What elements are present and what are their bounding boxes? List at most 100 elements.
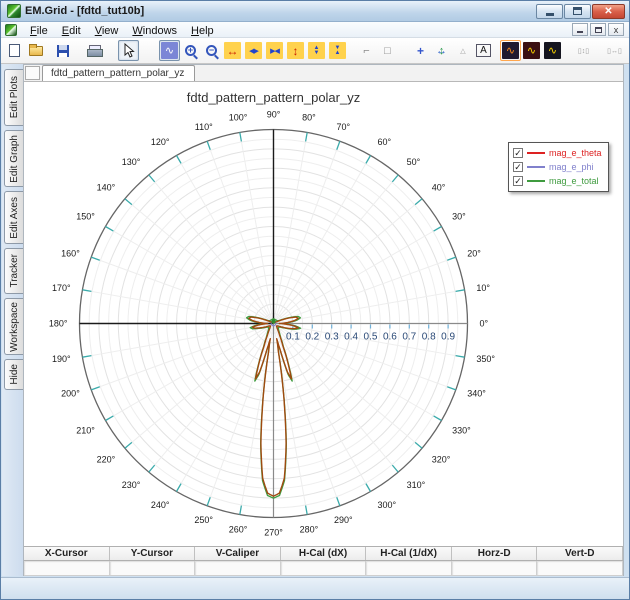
fit-vertical-button[interactable]: ↕ <box>285 40 306 61</box>
plot-style-red-button[interactable]: ∿ <box>521 40 542 61</box>
zoom-out-button[interactable]: − <box>201 40 222 61</box>
pan-zoom-button[interactable]: ∿ <box>159 40 180 61</box>
legend-item-mag_e_phi: ✓ mag_e_phi <box>513 160 602 174</box>
plot-style-orange-button[interactable]: ∿ <box>500 40 521 61</box>
menu-edit[interactable]: Edit <box>55 24 88 38</box>
plot-area[interactable]: fdtd_pattern_pattern_polar_yz 0.1 0.2 0.3 0… <box>24 82 623 546</box>
corner-marker-button[interactable]: ⌐ <box>356 40 377 61</box>
compress-horizontal-icon: ▶◀ <box>266 42 283 59</box>
align-vertical-button[interactable]: ▯↕▯ <box>573 40 594 61</box>
menu-view[interactable]: View <box>88 24 126 38</box>
box-marker-button[interactable]: □ <box>377 40 398 61</box>
fit-horizontal-icon: ↔ <box>224 42 241 59</box>
sidebar-tab-workspace[interactable]: Workspace <box>4 298 23 355</box>
sidebar-tab-label: Hide <box>8 364 20 385</box>
pointer-tool-button[interactable] <box>118 40 139 61</box>
align-horizontal-button[interactable]: ▯↔▯ <box>604 40 625 61</box>
compress-horizontal-button[interactable]: ▶◀ <box>264 40 285 61</box>
svg-text:0.4: 0.4 <box>344 332 358 343</box>
plot-style-dark-button[interactable]: ∿ <box>542 40 563 61</box>
expand-vertical-button[interactable]: ▲ ▼ <box>306 40 327 61</box>
new-file-button[interactable] <box>4 40 25 61</box>
cross-marker-button[interactable]: + <box>410 40 431 61</box>
legend-checkbox-mag_e_theta[interactable]: ✓ <box>513 148 523 158</box>
tab-corner-box[interactable] <box>25 66 40 80</box>
svg-text:0°: 0° <box>480 319 489 329</box>
menu-file[interactable]: File <box>23 24 55 38</box>
sidebar-tab-edit-plots[interactable]: Edit Plots <box>4 69 23 126</box>
svg-text:0.7: 0.7 <box>402 332 416 343</box>
legend-checkbox-mag_e_phi[interactable]: ✓ <box>513 162 523 172</box>
fit-vertical-icon: ↕ <box>287 42 304 59</box>
axes-marker-button[interactable]: ↔ ↕ <box>431 40 452 61</box>
title-bar[interactable]: EM.Grid - [fdtd_tut10b] ✕ <box>1 1 629 22</box>
print-button[interactable] <box>83 40 104 61</box>
svg-text:330°: 330° <box>452 426 471 436</box>
mdi-minimize-button[interactable] <box>572 23 588 36</box>
floppy-icon <box>56 44 69 57</box>
mdi-restore-button[interactable] <box>590 23 606 36</box>
svg-text:190°: 190° <box>52 354 71 364</box>
readout-value-cell <box>537 561 624 576</box>
svg-text:0.3: 0.3 <box>325 332 339 343</box>
text-tool-button[interactable]: A <box>473 40 494 61</box>
svg-text:150°: 150° <box>76 212 95 222</box>
menu-help[interactable]: Help <box>184 24 221 38</box>
cursor-readout-table: X-Cursor Y-Cursor V-Caliper H-Cal (dX) H-Cal… <box>24 546 624 576</box>
svg-text:130°: 130° <box>122 157 141 167</box>
svg-text:0.5: 0.5 <box>364 332 378 343</box>
close-button[interactable]: ✕ <box>592 3 625 19</box>
svg-text:0.8: 0.8 <box>422 332 436 343</box>
legend-line-sample <box>527 166 545 168</box>
expand-horizontal-icon: ◀▶ <box>245 42 262 59</box>
align-vertical-icon: ▯↕▯ <box>577 47 590 55</box>
svg-text:300°: 300° <box>378 500 397 510</box>
plot-style-orange-icon: ∿ <box>502 42 519 59</box>
svg-text:120°: 120° <box>151 137 170 147</box>
fit-horizontal-button[interactable]: ↔ <box>222 40 243 61</box>
svg-text:170°: 170° <box>52 283 71 293</box>
mdi-close-button[interactable]: x <box>608 23 624 36</box>
svg-text:70°: 70° <box>336 122 350 132</box>
readout-header-h-cal-dx-: H-Cal (dX) <box>281 547 367 560</box>
compress-vertical-icon: ▼ ▲ <box>329 42 346 59</box>
sidebar-tab-label: Tracker <box>8 254 20 288</box>
open-file-button[interactable] <box>25 40 46 61</box>
legend-checkbox-mag_e_total[interactable]: ✓ <box>513 176 523 186</box>
chart-title: fdtd_pattern_pattern_polar_yz <box>186 90 361 105</box>
readout-header-h-cal-1-dx-: H-Cal (1/dX) <box>366 547 452 560</box>
expand-horizontal-button[interactable]: ◀▶ <box>243 40 264 61</box>
triangle-marker-button[interactable]: △ <box>452 40 473 61</box>
sidebar-tab-tracker[interactable]: Tracker <box>4 248 23 294</box>
legend-line-sample <box>527 152 545 154</box>
app-window: EM.Grid - [fdtd_tut10b] ✕ File Edit View Wi… <box>0 0 630 600</box>
plot-style-red-icon: ∿ <box>523 42 540 59</box>
svg-text:110°: 110° <box>195 122 213 132</box>
maximize-button[interactable] <box>564 3 591 19</box>
menu-windows[interactable]: Windows <box>125 24 184 38</box>
close-icon: ✕ <box>604 5 613 17</box>
sidebar-tab-strip: Edit Plots Edit Graph Edit Axes Tracker Work… <box>2 64 23 576</box>
legend-line-sample <box>527 180 545 182</box>
sidebar-tab-edit-graph[interactable]: Edit Graph <box>4 130 23 187</box>
pan-zoom-icon: ∿ <box>161 42 178 59</box>
legend-label: mag_e_total <box>549 176 599 186</box>
svg-text:100°: 100° <box>229 113 248 123</box>
sidebar-tab-edit-axes[interactable]: Edit Axes <box>4 191 23 244</box>
readout-value-cell <box>451 561 538 576</box>
menu-bar: File Edit View Windows Help x <box>1 22 629 38</box>
minimize-button[interactable] <box>536 3 563 19</box>
zoom-in-button[interactable]: + <box>180 40 201 61</box>
document-tab-active[interactable]: fdtd_pattern_pattern_polar_yz <box>42 65 196 81</box>
legend-item-mag_e_total: ✓ mag_e_total <box>513 174 602 188</box>
zoom-in-icon: + <box>185 45 196 56</box>
svg-text:90°: 90° <box>267 110 281 120</box>
document-logo-icon <box>5 23 17 36</box>
compress-vertical-button[interactable]: ▼ ▲ <box>327 40 348 61</box>
save-file-button[interactable] <box>52 40 73 61</box>
svg-text:50°: 50° <box>407 157 421 167</box>
svg-text:10°: 10° <box>476 283 490 293</box>
box-marker-icon: □ <box>384 44 391 57</box>
svg-text:60°: 60° <box>378 137 392 147</box>
sidebar-tab-hide[interactable]: Hide <box>4 359 23 390</box>
